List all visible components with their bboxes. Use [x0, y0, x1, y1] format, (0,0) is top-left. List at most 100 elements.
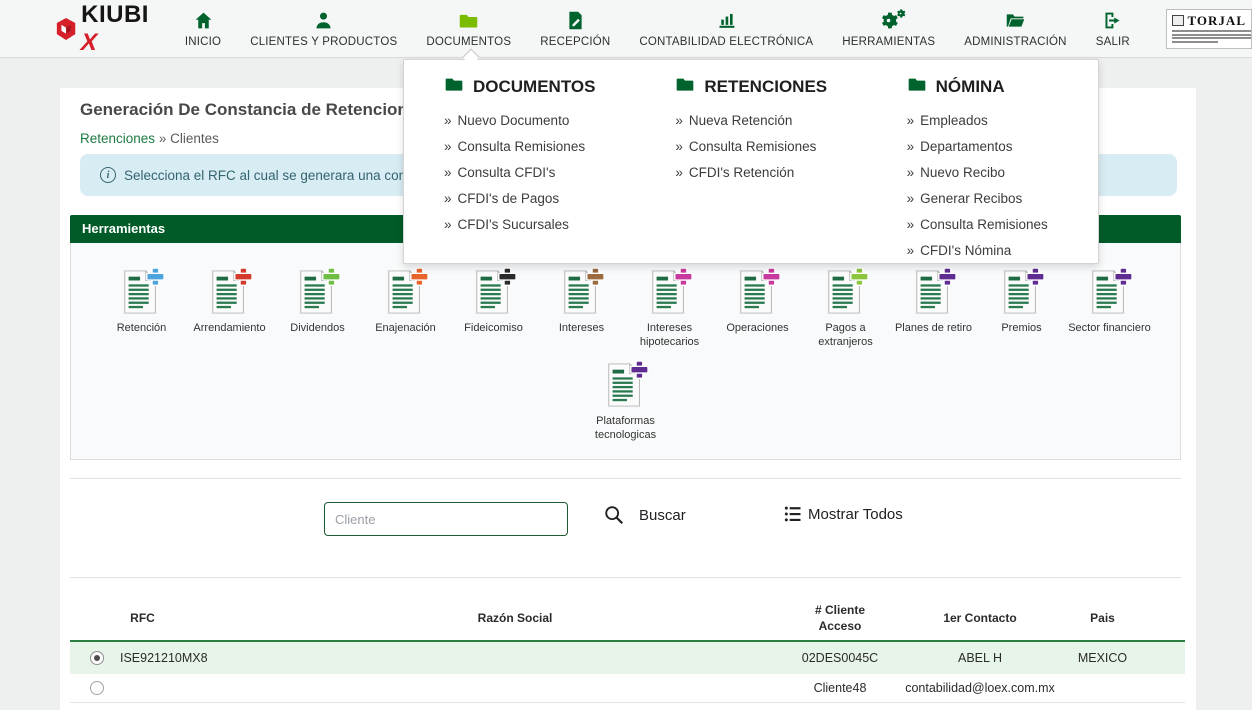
- document-plus-icon: [911, 267, 957, 317]
- document-plus-icon: [823, 267, 869, 317]
- nav-label: CONTABILIDAD ELECTRÓNICA: [639, 36, 813, 48]
- tool-fideicomiso[interactable]: Fideicomiso: [450, 267, 538, 350]
- tool-operaciones[interactable]: Operaciones: [714, 267, 802, 350]
- tool-premios[interactable]: Premios: [978, 267, 1066, 350]
- menu-item-nuevo-recibo[interactable]: »Nuevo Recibo: [907, 160, 1098, 186]
- menu-item-cfdis-de-pagos[interactable]: »CFDI's de Pagos: [444, 186, 635, 212]
- nav-item-herramientas[interactable]: HERRAMIENTAS: [842, 10, 935, 48]
- radio-button[interactable]: [90, 651, 104, 665]
- menu-item-generar-recibos[interactable]: »Generar Recibos: [907, 186, 1098, 212]
- search-input[interactable]: [324, 502, 568, 536]
- document-plus-icon: [207, 267, 253, 317]
- nav-item-clientes-y-productos[interactable]: CLIENTES Y PRODUCTOS: [250, 10, 397, 48]
- table-header: RFC Razón Social # Cliente Acceso 1er Co…: [70, 596, 1185, 640]
- document-plus-icon: [999, 267, 1045, 317]
- partner-name: TORJAL: [1188, 13, 1247, 29]
- tool-enajenacion[interactable]: Enajenación: [362, 267, 450, 350]
- nav-label: CLIENTES Y PRODUCTOS: [250, 36, 397, 48]
- tool-retencion[interactable]: Retención: [98, 267, 186, 350]
- column-header-cliente-acceso: # Cliente Acceso: [805, 596, 875, 640]
- nav-label: HERRAMIENTAS: [842, 36, 935, 48]
- table-row[interactable]: Cliente48 contabilidad@loex.com.mx: [70, 674, 1185, 703]
- column-header-razon-social: Razón Social: [370, 596, 660, 640]
- dropdown-section-title: DOCUMENTOS: [473, 77, 595, 97]
- document-plus-icon: [295, 267, 341, 317]
- main-menu: INICIO CLIENTES Y PRODUCTOS DOCUMENTOS R…: [185, 10, 1130, 48]
- user-icon: [313, 10, 334, 32]
- breadcrumb-current: Clientes: [170, 131, 219, 146]
- document-edit-icon: [565, 10, 586, 32]
- tool-sector-financiero[interactable]: Sector financiero: [1066, 267, 1154, 350]
- partner-address-lines: [1172, 30, 1246, 43]
- nav-item-administracion[interactable]: ADMINISTRACIÓN: [964, 10, 1066, 48]
- table-row[interactable]: ISE921210MX8 02DES0045C ABEL H MEXICO: [70, 642, 1185, 674]
- cell-1er-contacto: contabilidad@loex.com.mx: [890, 674, 1070, 702]
- tool-planes-de-retiro[interactable]: Planes de retiro: [890, 267, 978, 350]
- nav-label: SALIR: [1096, 36, 1130, 48]
- alert-text: Selecciona el RFC al cual se generara un…: [124, 168, 449, 183]
- nav-item-recepcion[interactable]: RECEPCIÓN: [540, 10, 610, 48]
- mostrar-todos-button[interactable]: Mostrar Todos: [783, 504, 903, 524]
- menu-item-cfdis-retencion[interactable]: »CFDI's Retención: [675, 160, 866, 186]
- folder-icon: [907, 74, 927, 99]
- menu-item-nueva-retencion[interactable]: »Nueva Retención: [675, 108, 866, 134]
- menu-item-nuevo-documento[interactable]: »Nuevo Documento: [444, 108, 635, 134]
- cell-pais: MEXICO: [1055, 642, 1150, 674]
- folder-open-icon: [1005, 10, 1026, 32]
- info-icon: i: [100, 167, 116, 183]
- nav-label: INICIO: [185, 36, 221, 48]
- menu-item-departamentos[interactable]: »Departamentos: [907, 134, 1098, 160]
- list-icon: [783, 504, 803, 524]
- nav-label: ADMINISTRACIÓN: [964, 36, 1066, 48]
- nav-item-inicio[interactable]: INICIO: [185, 10, 221, 48]
- home-icon: [193, 10, 214, 32]
- tool-pagos-a-extranjeros[interactable]: Pagos a extranjeros: [802, 267, 890, 350]
- folder-icon: [458, 10, 479, 32]
- breadcrumb-retenciones[interactable]: Retenciones: [80, 131, 155, 146]
- menu-item-consulta-remisiones[interactable]: »Consulta Remisiones: [444, 134, 635, 160]
- bar-chart-icon: [716, 10, 737, 32]
- menu-item-cfdis-sucursales[interactable]: »CFDI's Sucursales: [444, 212, 635, 238]
- cell-rfc: ISE921210MX8: [120, 642, 208, 674]
- document-plus-icon: [735, 267, 781, 317]
- document-plus-icon: [559, 267, 605, 317]
- top-navbar: KIUBIX INICIO CLIENTES Y PRODUCTOS DOCUM…: [0, 0, 1252, 58]
- column-header-1er-contacto: 1er Contacto: [900, 596, 1060, 640]
- menu-item-consulta-remisiones-ret[interactable]: »Consulta Remisiones: [675, 134, 866, 160]
- document-plus-icon: [647, 267, 693, 317]
- nav-label: RECEPCIÓN: [540, 36, 610, 48]
- breadcrumb-separator: »: [159, 131, 167, 146]
- dropdown-column-retenciones: RETENCIONES »Nueva Retención »Consulta R…: [635, 74, 866, 263]
- tool-intereses-hipotecarios[interactable]: Intereses hipotecarios: [626, 267, 714, 350]
- nav-item-salir[interactable]: SALIR: [1096, 10, 1130, 48]
- tool-dividendos[interactable]: Dividendos: [274, 267, 362, 350]
- exit-icon: [1102, 10, 1123, 32]
- search-icon: [603, 504, 625, 526]
- nav-item-contabilidad-electronica[interactable]: CONTABILIDAD ELECTRÓNICA: [639, 10, 813, 48]
- documentos-dropdown-menu: DOCUMENTOS »Nuevo Documento »Consulta Re…: [403, 59, 1099, 264]
- tool-arrendamiento[interactable]: Arrendamiento: [186, 267, 274, 350]
- gears-icon: [878, 10, 899, 32]
- app-logo[interactable]: KIUBIX: [55, 1, 153, 57]
- divider: [70, 577, 1181, 578]
- document-plus-icon: [603, 360, 649, 410]
- page-title: Generación De Constancia de Retenciones: [80, 100, 427, 120]
- brand-name: KIUBIX: [81, 1, 153, 57]
- menu-item-empleados[interactable]: »Empleados: [907, 108, 1098, 134]
- dropdown-section-title: NÓMINA: [936, 77, 1005, 97]
- tool-intereses[interactable]: Intereses: [538, 267, 626, 350]
- menu-item-consulta-cfdis[interactable]: »Consulta CFDI's: [444, 160, 635, 186]
- menu-item-consulta-remisiones-nom[interactable]: »Consulta Remisiones: [907, 212, 1098, 238]
- dropdown-column-nomina: NÓMINA »Empleados »Departamentos »Nuevo …: [867, 74, 1098, 263]
- dropdown-column-documentos: DOCUMENTOS »Nuevo Documento »Consulta Re…: [404, 74, 635, 263]
- breadcrumb: Retenciones » Clientes: [80, 131, 219, 146]
- dropdown-section-title: RETENCIONES: [704, 77, 827, 97]
- radio-button[interactable]: [90, 681, 104, 695]
- buscar-button[interactable]: Buscar: [603, 504, 686, 526]
- menu-item-cfdis-nomina[interactable]: »CFDI's Nómina: [907, 238, 1098, 264]
- tool-plataformas-tecnologicas[interactable]: Plataformas tecnologicas: [582, 360, 670, 443]
- nav-item-documentos[interactable]: DOCUMENTOS: [426, 10, 511, 48]
- partner-mark-icon: [1172, 15, 1184, 26]
- cube-logo-icon: [55, 15, 77, 43]
- nav-label: DOCUMENTOS: [426, 36, 511, 48]
